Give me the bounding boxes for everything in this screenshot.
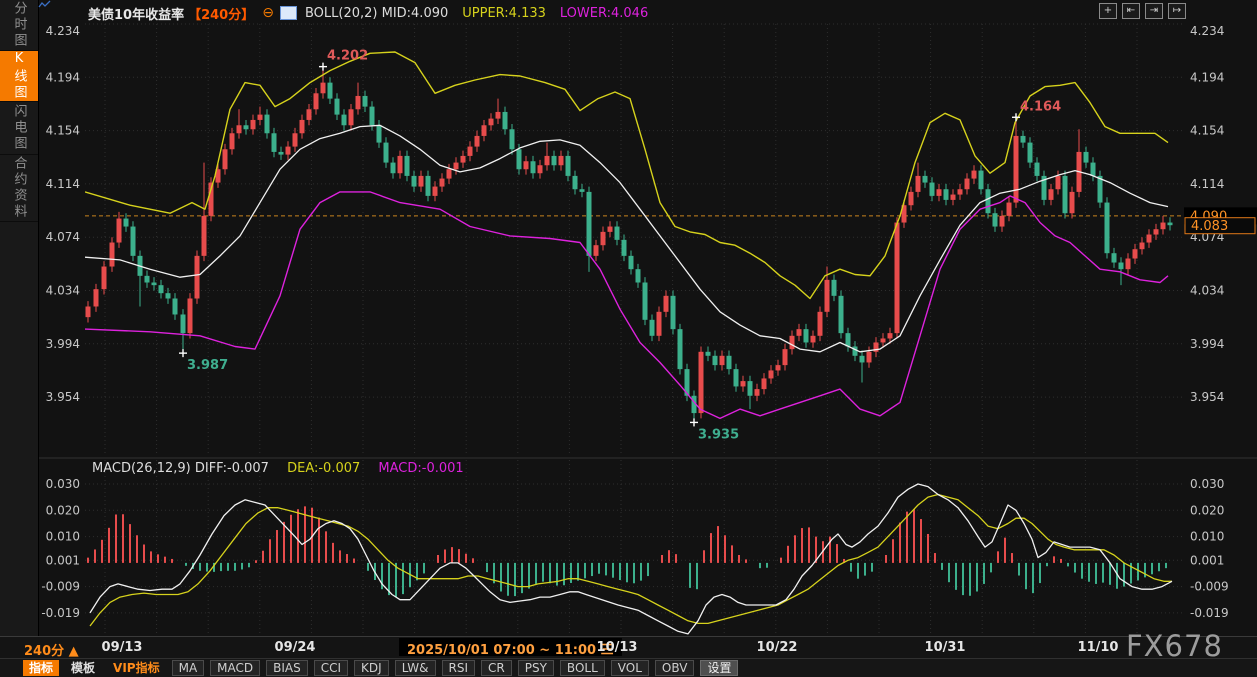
toolbar-tab-KDJ[interactable]: KDJ — [354, 660, 389, 676]
sidebar-item-3[interactable]: 合约资料 — [0, 155, 38, 222]
toolbar-tab-PSY[interactable]: PSY — [518, 660, 554, 676]
step-forward-icon[interactable]: ↦ — [1168, 3, 1186, 19]
x-axis-label: 10/13 — [597, 640, 638, 655]
svg-text:4.083: 4.083 — [1191, 219, 1228, 234]
svg-text:4.234: 4.234 — [46, 24, 80, 38]
x-axis-label: 10/22 — [757, 640, 798, 655]
x-axis-label: 10/31 — [925, 640, 966, 655]
svg-text:-0.019: -0.019 — [1190, 606, 1229, 620]
svg-text:4.164: 4.164 — [1020, 99, 1061, 114]
svg-text:0.030: 0.030 — [1190, 477, 1224, 491]
toolbar-tab-CR[interactable]: CR — [481, 660, 512, 676]
crosshair-icon[interactable]: + — [1099, 3, 1117, 19]
sidebar-item-2[interactable]: 闪电图 — [0, 102, 38, 155]
candlestick-series — [86, 67, 1173, 423]
sidebar-item-0[interactable]: 分时图 — [0, 0, 38, 51]
svg-text:3.994: 3.994 — [1190, 337, 1224, 351]
toolbar-tab-BIAS[interactable]: BIAS — [266, 660, 308, 676]
indicator-toolbar: 指标模板 VIP指标 MA MACD BIAS CCI KDJ LW&RSI CR PSY BOLL… — [0, 658, 1257, 677]
svg-text:4.034: 4.034 — [46, 284, 80, 298]
toolbar-tab-MACD[interactable]: MACD — [210, 660, 260, 676]
svg-text:3.935: 3.935 — [698, 427, 739, 442]
svg-text:0.001: 0.001 — [46, 553, 80, 567]
bollinger-bands — [85, 52, 1168, 418]
svg-text:4.074: 4.074 — [46, 230, 80, 244]
toolbar-tab-模板[interactable]: 模板 — [65, 660, 101, 676]
svg-text:-0.009: -0.009 — [1190, 580, 1229, 594]
pan-start-icon[interactable]: ⇤ — [1122, 3, 1140, 19]
macd-header: MACD(26,12,9) DIFF:-0.007 DEA:-0.007 MAC… — [92, 461, 464, 476]
bar-time-tooltip: 2025/10/01 07:00 ~ 11:00 三 — [399, 638, 622, 656]
chart-thumbnail-icon[interactable] — [280, 6, 297, 20]
svg-text:3.954: 3.954 — [46, 390, 80, 404]
x-axis-label: 09/13 — [102, 640, 143, 655]
toolbar-tab-VIP指标[interactable]: VIP指标 — [107, 660, 166, 676]
toolbar-tab-RSI[interactable]: RSI — [442, 660, 476, 676]
fx678-watermark: FX678 — [1126, 629, 1223, 663]
svg-text:4.194: 4.194 — [1190, 70, 1224, 84]
toolbar-tab-设置[interactable]: 设置 — [700, 660, 738, 676]
boll-lower-label: LOWER:4.046 — [560, 6, 648, 21]
toolbar-tab-OBV[interactable]: OBV — [655, 660, 695, 676]
svg-text:4.234: 4.234 — [1190, 24, 1224, 38]
svg-text:3.954: 3.954 — [1190, 390, 1224, 404]
sidebar: 分时图K线图闪电图合约资料 — [0, 0, 39, 636]
toolbar-tab-LW&[interactable]: LW& — [395, 660, 436, 676]
svg-text:-0.009: -0.009 — [41, 580, 80, 594]
svg-text:4.154: 4.154 — [1190, 124, 1224, 138]
svg-text:0.001: 0.001 — [1190, 553, 1224, 567]
sidebar-item-1[interactable]: K线图 — [0, 51, 38, 102]
svg-text:3.987: 3.987 — [187, 358, 228, 373]
macd-dea-label: DEA:-0.007 — [287, 461, 360, 476]
chart-tool-icons: + ⇤ ⇥ ↦ — [1099, 3, 1186, 19]
svg-text:4.154: 4.154 — [46, 124, 80, 138]
svg-text:4.034: 4.034 — [1190, 284, 1224, 298]
x-axis-label: 11/10 — [1078, 640, 1119, 655]
svg-text:4.194: 4.194 — [46, 70, 80, 84]
x-axis-label: 09/24 — [275, 640, 316, 655]
instrument-title: 美债10年收益率 — [88, 4, 184, 23]
current-price-marks: 4.0904.083 — [1184, 207, 1257, 234]
svg-text:4.114: 4.114 — [46, 177, 80, 191]
toolbar-tab-BOLL[interactable]: BOLL — [560, 660, 605, 676]
macd-lines — [90, 484, 1172, 634]
svg-text:0.030: 0.030 — [46, 477, 80, 491]
toolbar-tab-CCI[interactable]: CCI — [314, 660, 348, 676]
svg-text:4.202: 4.202 — [327, 49, 368, 64]
svg-text:0.020: 0.020 — [1190, 503, 1224, 517]
price-chart-canvas[interactable]: 4.202 3.987 4.164 3.935 4.234 4.234 4.194 4.194… — [0, 0, 1257, 636]
svg-text:-0.019: -0.019 — [41, 606, 80, 620]
chart-header: 美债10年收益率 【240分】 ⊖ BOLL(20,2) MID:4.090 U… — [38, 0, 1257, 26]
svg-text:0.020: 0.020 — [46, 503, 80, 517]
toolbar-tab-指标[interactable]: 指标 — [23, 660, 59, 676]
pan-end-icon[interactable]: ⇥ — [1145, 3, 1163, 19]
macd-hist-label: MACD:-0.001 — [378, 461, 463, 476]
svg-text:0.010: 0.010 — [1190, 530, 1224, 544]
svg-text:3.994: 3.994 — [46, 337, 80, 351]
svg-text:4.114: 4.114 — [1190, 177, 1224, 191]
boll-upper-label: UPPER:4.133 — [462, 6, 546, 21]
boll-mid-label: BOLL(20,2) MID:4.090 — [305, 6, 448, 21]
x-axis-row: 240分 ▲ 2025/10/01 07:00 ~ 11:00 三 09/13 0… — [0, 636, 1257, 659]
toolbar-tab-MA[interactable]: MA — [172, 660, 205, 676]
chart-application: 4.202 3.987 4.164 3.935 4.234 4.234 4.194 4.194… — [0, 0, 1257, 677]
minus-circle-icon[interactable]: ⊖ — [262, 6, 274, 20]
extreme-annotations: 4.202 3.987 4.164 3.935 — [179, 49, 1061, 443]
toolbar-tab-VOL[interactable]: VOL — [611, 660, 649, 676]
svg-text:0.010: 0.010 — [46, 530, 80, 544]
period-selector[interactable]: 240分 ▲ — [24, 640, 79, 659]
period-label: 【240分】 — [188, 4, 254, 23]
macd-diff-label: MACD(26,12,9) DIFF:-0.007 — [92, 461, 269, 476]
